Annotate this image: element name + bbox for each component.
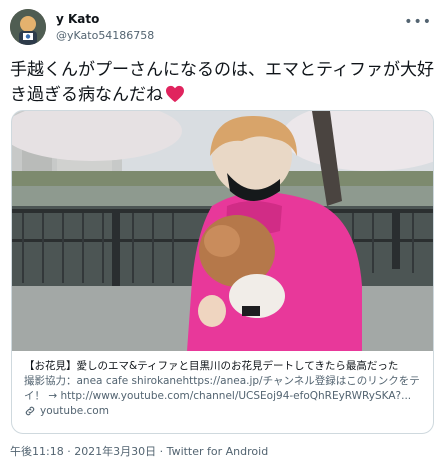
video-thumbnail-photo <box>12 111 433 351</box>
link-icon <box>25 406 35 416</box>
tweet-text: 手越くんがプーさんになるのは、エマとティファが大好き過ぎる病なんだね <box>10 58 435 108</box>
red-heart-icon <box>166 85 184 103</box>
card-thumbnail <box>12 111 433 351</box>
user-handle[interactable]: @yKato54186758 <box>56 29 154 43</box>
card-description: 撮影協力：anea cafe shirokanehttps://anea.jp/… <box>24 375 420 402</box>
card-body: 【お花見】愛しのエマ&ティファと目黒川のお花見デートしてきたら最高だった 撮影協… <box>24 359 424 417</box>
tweet-text-body: 手越くんがプーさんになるのは、エマとティファが大好き過ぎる病なんだね <box>10 60 434 105</box>
card-domain-text: youtube.com <box>40 405 109 417</box>
ellipsis-icon: ••• <box>404 14 432 30</box>
avatar[interactable] <box>10 9 46 45</box>
avatar-image <box>10 9 46 45</box>
tweet-timestamp[interactable]: 午後11:18 · 2021年3月30日 · Twitter for Andro… <box>10 445 268 459</box>
card-title: 【お花見】愛しのエマ&ティファと目黒川のお花見デートしてきたら最高だった <box>24 360 399 372</box>
card-domain: youtube.com <box>24 405 424 417</box>
more-options-button[interactable]: ••• <box>404 14 432 30</box>
link-preview-card[interactable]: 【お花見】愛しのエマ&ティファと目黒川のお花見デートしてきたら最高だった 撮影協… <box>11 110 434 434</box>
display-name[interactable]: y Kato <box>56 12 99 27</box>
